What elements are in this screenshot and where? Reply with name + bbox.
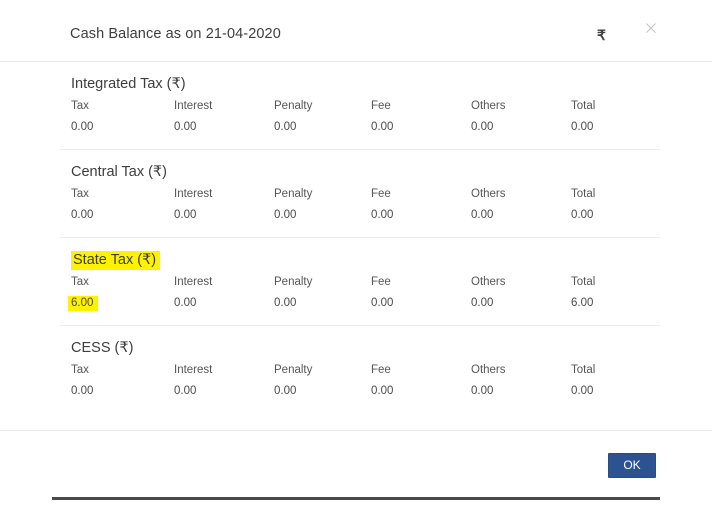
column-header: Fee — [371, 276, 391, 288]
tax-table: Tax Interest Penalty Fee Others Total 6.00 0.00… — [60, 276, 660, 325]
table-cell: 0.00 — [471, 297, 494, 309]
column-header: Interest — [174, 100, 213, 112]
tax-section: Integrated Tax (₹) Tax Interest Penalty Fee O… — [60, 62, 660, 149]
dialog-footer: OK — [0, 430, 712, 527]
column-header: Penalty — [274, 364, 313, 376]
tax-section: Central Tax (₹) Tax Interest Penalty Fee Othe… — [60, 149, 660, 237]
table-row: 0.00 0.00 0.00 0.00 0.00 0.00 — [60, 385, 660, 413]
column-header: Fee — [371, 188, 391, 200]
section-title: State Tax (₹) — [60, 238, 660, 276]
column-header: Tax — [71, 100, 89, 112]
tax-table: Tax Interest Penalty Fee Others Total 0.00 0.00… — [60, 364, 660, 413]
section-title: Integrated Tax (₹) — [71, 76, 186, 92]
tax-table: Tax Interest Penalty Fee Others Total 0.00 0.00… — [60, 188, 660, 237]
dialog-header: Cash Balance as on 21-04-2020 ₹ × — [0, 0, 712, 62]
bottom-divider — [52, 497, 660, 500]
column-header: Penalty — [274, 188, 313, 200]
table-header-row: Tax Interest Penalty Fee Others Total — [60, 188, 660, 209]
column-header: Others — [471, 100, 506, 112]
table-cell: 0.00 — [174, 121, 197, 133]
section-title: Central Tax (₹) — [71, 164, 167, 180]
table-cell: 0.00 — [371, 209, 394, 221]
table-cell: 0.00 — [471, 385, 494, 397]
table-cell: 0.00 — [471, 209, 494, 221]
table-cell: 0.00 — [174, 385, 197, 397]
column-header: Total — [571, 100, 596, 112]
dialog-title: Cash Balance as on 21-04-2020 — [70, 26, 281, 42]
table-cell: 0.00 — [274, 385, 297, 397]
table-cell: 0.00 — [571, 385, 594, 397]
table-header-row: Tax Interest Penalty Fee Others Total — [60, 276, 660, 297]
table-cell: 0.00 — [174, 297, 197, 309]
tax-table: Tax Interest Penalty Fee Others Total 0.00 0.00… — [60, 100, 660, 149]
table-cell: 0.00 — [71, 121, 94, 133]
table-row: 6.00 0.00 0.00 0.00 0.00 6.00 — [60, 296, 660, 325]
column-header: Penalty — [274, 100, 313, 112]
section-title: CESS (₹) — [71, 340, 134, 356]
table-cell: 0.00 — [274, 121, 297, 133]
close-icon[interactable]: × — [641, 18, 661, 38]
table-cell: 0.00 — [71, 209, 94, 221]
table-cell: 0.00 — [371, 297, 394, 309]
column-header: Penalty — [274, 276, 313, 288]
table-cell-highlight: 6.00 — [68, 296, 99, 311]
table-cell: 6.00 — [60, 296, 163, 325]
table-header-row: Tax Interest Penalty Fee Others Total — [60, 100, 660, 121]
rupee-icon: ₹ — [597, 27, 606, 43]
table-cell: 6.00 — [571, 297, 594, 309]
column-header: Others — [471, 364, 506, 376]
section-title-highlight: State Tax (₹) — [71, 251, 161, 270]
column-header: Fee — [371, 100, 391, 112]
column-header: Interest — [174, 364, 213, 376]
table-cell: 0.00 — [274, 297, 297, 309]
table-cell: 0.00 — [71, 385, 94, 397]
tax-sections: Integrated Tax (₹) Tax Interest Penalty Fee O… — [0, 62, 712, 413]
table-cell: 0.00 — [274, 209, 297, 221]
column-header: Total — [571, 364, 596, 376]
table-cell: 0.00 — [371, 385, 394, 397]
column-header: Total — [571, 276, 596, 288]
cash-balance-dialog: Cash Balance as on 21-04-2020 ₹ × Integr… — [0, 0, 712, 526]
column-header: Interest — [174, 188, 213, 200]
dialog-body: Integrated Tax (₹) Tax Interest Penalty Fee O… — [0, 62, 712, 430]
table-cell: 0.00 — [571, 121, 594, 133]
column-header: Tax — [71, 364, 89, 376]
table-header-row: Tax Interest Penalty Fee Others Total — [60, 364, 660, 385]
column-header: Tax — [71, 276, 89, 288]
tax-section: CESS (₹) Tax Interest Penalty Fee Others Total… — [60, 325, 660, 413]
column-header: Total — [571, 188, 596, 200]
tax-section: State Tax (₹) Tax Interest Penalty Fee Others… — [60, 237, 660, 325]
column-header: Others — [471, 276, 506, 288]
column-header: Tax — [71, 188, 89, 200]
column-header: Fee — [371, 364, 391, 376]
ok-button[interactable]: OK — [608, 453, 656, 478]
table-row: 0.00 0.00 0.00 0.00 0.00 0.00 — [60, 121, 660, 149]
table-row: 0.00 0.00 0.00 0.00 0.00 0.00 — [60, 209, 660, 237]
table-cell: 0.00 — [571, 209, 594, 221]
column-header: Others — [471, 188, 506, 200]
table-cell: 0.00 — [471, 121, 494, 133]
column-header: Interest — [174, 276, 213, 288]
table-cell: 0.00 — [174, 209, 197, 221]
table-cell: 0.00 — [371, 121, 394, 133]
